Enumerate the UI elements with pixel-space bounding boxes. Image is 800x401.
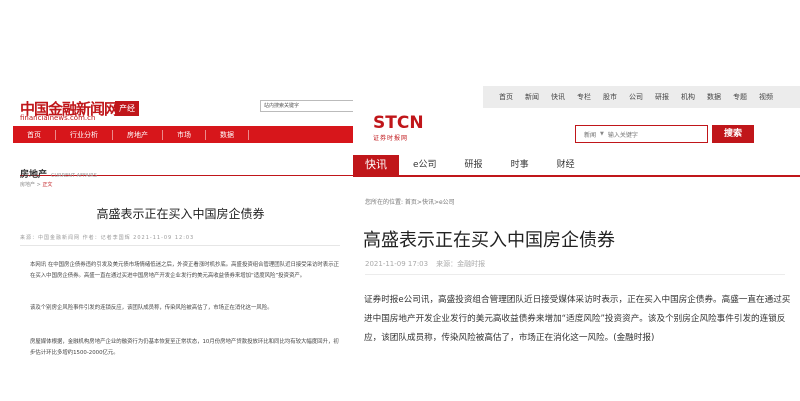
nav-item-industry[interactable]: 行业分析 (56, 129, 113, 140)
section-title: 房地产 (20, 170, 48, 180)
article-paragraph: 房屋媒体根据，金融机构房地产企业的融资行为仍基本恢复至正常状态，10月份房地产贷… (30, 339, 339, 356)
site-logo[interactable]: STCN (373, 113, 424, 133)
search-input[interactable]: 输入关键字 (608, 130, 638, 139)
article-meta: 来源：中国金融新闻网 作者：记者李国辉 2021-11-09 12:03 (20, 235, 195, 241)
nav-item-news[interactable]: 时事 (497, 155, 543, 175)
channel-tag[interactable]: 产经 (115, 101, 139, 116)
search-category-select[interactable]: 新闻 (576, 130, 600, 139)
top-nav-item[interactable]: 公司 (623, 92, 649, 102)
search-input[interactable]: 站内搜索关键字 (260, 100, 353, 112)
article-paragraph: 该及个别房企风险事件引发的连锁反应，该团队成员称，传染风险被高估了，市场正在消化… (30, 305, 273, 311)
chevron-down-icon[interactable]: ▼ (600, 131, 608, 137)
breadcrumb: 房地产 > 正文 (20, 181, 52, 188)
breadcrumb[interactable]: 您所在的位置: 首页>快讯>e公司 (365, 197, 455, 206)
top-nav-item[interactable]: 专题 (727, 92, 753, 102)
comparison-image: 中国金融新闻网 financialnews.com.cn 产经 站内搜索关键字 … (0, 0, 800, 401)
stcn-screenshot: 首页 新闻 快讯 专栏 股市 公司 研报 机构 数据 专题 视频 STCN 证券… (353, 86, 800, 401)
top-nav-item[interactable]: 首页 (493, 92, 519, 102)
breadcrumb-parent[interactable]: 房地产 > (20, 182, 42, 188)
top-nav-item[interactable]: 研报 (649, 92, 675, 102)
top-nav-item[interactable]: 新闻 (519, 92, 545, 102)
article-title: 高盛表示正在买入中国房企债券 (363, 230, 615, 251)
nav-item-realestate[interactable]: 房地产 (113, 129, 163, 140)
top-nav-item[interactable]: 数据 (701, 92, 727, 102)
top-nav-item[interactable]: 快讯 (545, 92, 571, 102)
nav-item-data[interactable]: 数据 (206, 129, 249, 140)
nav-item-home[interactable]: 首页 (13, 129, 56, 140)
financialnews-screenshot: 中国金融新闻网 financialnews.com.cn 产经 站内搜索关键字 … (8, 94, 353, 394)
divider (20, 245, 340, 246)
divider (365, 274, 785, 275)
nav-item-ecompany[interactable]: e公司 (399, 155, 451, 175)
site-header: 中国金融新闻网 financialnews.com.cn 产经 站内搜索关键字 (8, 94, 353, 124)
top-nav: 首页 新闻 快讯 专栏 股市 公司 研报 机构 数据 专题 视频 (483, 86, 800, 108)
article-paragraph: 本网讯 在中国房企债券违约引发及美元债市场情绪低迷之后，外资正看涨时机抄底。高盛… (30, 262, 339, 279)
article-title: 高盛表示正在买入中国房企债券 (96, 207, 265, 221)
search-button[interactable]: 搜索 (712, 125, 754, 143)
breadcrumb-current: 正文 (42, 182, 53, 188)
search-bar: 新闻 ▼ 输入关键字 (575, 125, 708, 143)
section-header: 房地产 CURRENT AFFAIRS (20, 162, 353, 180)
top-nav-item[interactable]: 股市 (597, 92, 623, 102)
top-nav-item[interactable]: 专栏 (571, 92, 597, 102)
article-body: 证券时报e公司讯，高盛投资组合管理团队近日接受媒体采访时表示，正在买入中国房企债… (364, 295, 791, 343)
article-source: 来源：金融时报 (436, 260, 486, 268)
nav-item-flash[interactable]: 快讯 (353, 155, 399, 175)
site-logo-subtitle: 证券时报网 (373, 135, 409, 142)
site-logo-domain: financialnews.com.cn (20, 114, 96, 122)
nav-item-research[interactable]: 研报 (451, 155, 497, 175)
main-nav: 快讯 e公司 研报 时事 财经 (353, 155, 800, 177)
nav-item-market[interactable]: 市场 (163, 129, 206, 140)
top-nav-item[interactable]: 机构 (675, 92, 701, 102)
top-nav-item[interactable]: 视频 (753, 92, 779, 102)
section-subtitle: CURRENT AFFAIRS (51, 173, 97, 179)
article-date: 2021-11-09 17:03 (365, 260, 429, 268)
main-nav: 首页 行业分析 房地产 市场 数据 (13, 126, 353, 143)
nav-item-finance[interactable]: 财经 (543, 155, 589, 175)
article-meta: 2021-11-09 17:03 来源：金融时报 (365, 259, 493, 269)
